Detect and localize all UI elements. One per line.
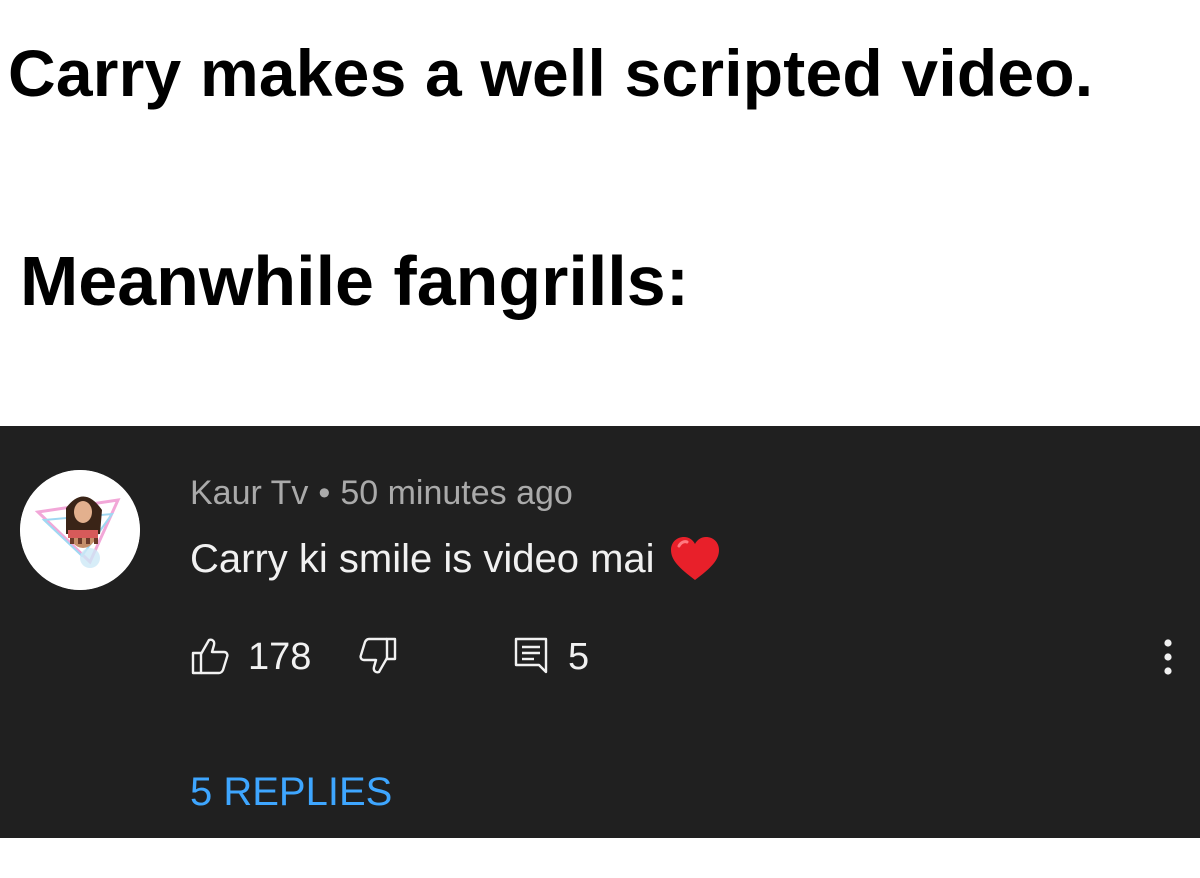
comment-meta: Kaur Tv • 50 minutes ago xyxy=(190,476,573,510)
comment-actions: 178 5 xyxy=(190,636,1180,682)
reply-count: 5 xyxy=(568,636,590,678)
comment-panel: Kaur Tv • 50 minutes ago Carry ki smile is… xyxy=(0,426,1200,838)
red-heart-icon xyxy=(670,537,719,580)
caption-line-1: Carry makes a well scripted video. xyxy=(8,36,1094,110)
comment-text: Carry ki smile is video mai xyxy=(190,537,655,581)
like-count: 178 xyxy=(248,636,312,678)
comment-body: Carry ki smile is video mai xyxy=(190,536,721,582)
view-replies-button[interactable]: 5 REPLIES xyxy=(190,772,392,812)
author-name[interactable]: Kaur Tv xyxy=(190,474,308,512)
avatar[interactable] xyxy=(20,470,140,590)
meta-separator: • xyxy=(318,474,331,512)
thumbs-up-icon[interactable] xyxy=(190,636,230,676)
reply-comment-icon[interactable] xyxy=(512,636,552,676)
caption-line-2: Meanwhile fangrills: xyxy=(20,242,689,320)
comment-timestamp: 50 minutes ago xyxy=(340,474,573,512)
avatar-image xyxy=(20,470,140,590)
thumbs-down-icon[interactable] xyxy=(358,636,398,676)
more-options-icon[interactable] xyxy=(1156,636,1180,678)
